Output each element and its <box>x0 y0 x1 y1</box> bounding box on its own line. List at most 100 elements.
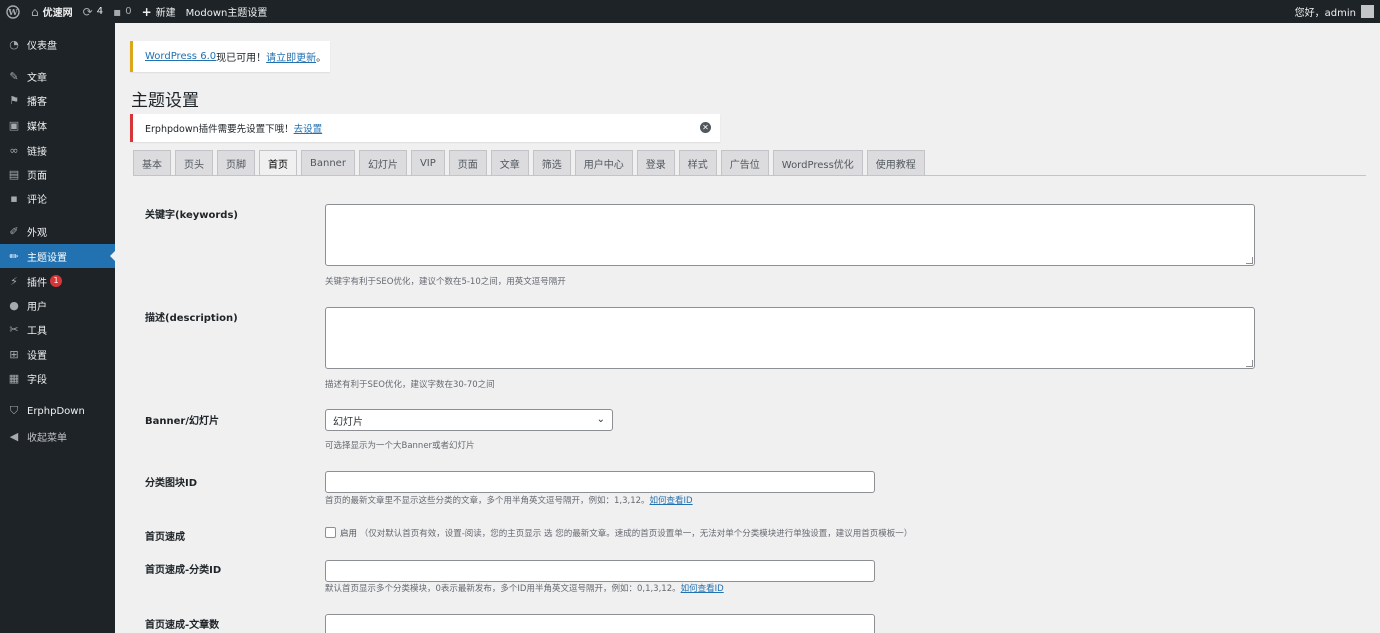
menu-label: 设置 <box>27 350 47 362</box>
tab-filter[interactable]: 筛选 <box>532 150 571 175</box>
menu-item-appearance[interactable]: ✐ 外观 <box>0 219 115 243</box>
menu-label: 链接 <box>27 146 47 158</box>
tab-style[interactable]: 样式 <box>678 150 717 175</box>
admin-menu: ◔ 仪表盘 ✎ 文章 ⚑ 播客 ▣ 媒体 ∞ 链接 ▤ 页面 ▪ 评论 ✐ 外观 ✏ 主题设置 ⚡… <box>0 23 115 633</box>
page-title: 主题设置 <box>131 91 199 111</box>
tab-tutorial[interactable]: 使用教程 <box>866 150 925 175</box>
category-block-help-text: 首页的最新文章里不显示这些分类的文章，多个用半角英文逗号隔开，例如：1,3,12… <box>325 496 650 506</box>
menu-item-settings[interactable]: ⊞ 设置 <box>0 342 115 366</box>
category-block-help: 首页的最新文章里不显示这些分类的文章，多个用半角英文逗号隔开，例如：1,3,12… <box>325 494 693 506</box>
menu-item-tools[interactable]: ✂ 工具 <box>0 317 115 341</box>
menu-label: 仪表盘 <box>27 40 57 52</box>
menu-label: 评论 <box>27 194 47 206</box>
banner-select[interactable]: 幻灯片 ⌄ <box>325 409 613 431</box>
category-block-input[interactable] <box>325 471 875 493</box>
menu-item-podcast[interactable]: ⚑ 播客 <box>0 88 115 112</box>
menu-item-fields[interactable]: ▦ 字段 <box>0 366 115 390</box>
menu-item-users[interactable]: ● 用户 <box>0 293 115 317</box>
how-to-find-id-link[interactable]: 如何查看ID <box>681 584 724 594</box>
menu-item-plugins[interactable]: ⚡ 插件 1 <box>0 269 115 293</box>
wordpress-logo-icon[interactable]: W <box>0 0 26 23</box>
keywords-label: 关键字(keywords) <box>145 210 238 221</box>
tab-post[interactable]: 文章 <box>490 150 529 175</box>
menu-label: 字段 <box>27 374 47 386</box>
dashboard-icon: ◔ <box>9 37 19 51</box>
menu-label: 工具 <box>27 325 47 337</box>
brush-icon: ✐ <box>9 224 19 238</box>
banner-label: Banner/幻灯片 <box>145 416 219 427</box>
quick-home-category-label: 首页速成-分类ID <box>145 565 222 576</box>
quick-home-post-count-label: 首页速成-文章数 <box>145 620 220 631</box>
description-help: 描述有利于SEO优化，建议字数在30-70之间 <box>325 380 495 390</box>
banner-select-value: 幻灯片 <box>333 416 363 428</box>
tab-page[interactable]: 页面 <box>448 150 487 175</box>
settings-icon: ⊞ <box>9 347 19 361</box>
update-now-link[interactable]: 请立即更新 <box>266 49 316 64</box>
tabs-divider <box>133 175 1366 176</box>
greeting: 您好，admin <box>1294 8 1356 19</box>
wordpress-version-link[interactable]: WordPress 6.0 <box>145 51 216 62</box>
menu-label: 用户 <box>27 301 47 313</box>
menu-item-pages[interactable]: ▤ 页面 <box>0 162 115 186</box>
media-icon: ▣ <box>8 118 20 132</box>
menu-item-theme-settings[interactable]: ✏ 主题设置 <box>0 244 115 268</box>
menu-item-erphpdown[interactable]: ⛉ ErphpDown <box>0 399 115 423</box>
menu-item-comments[interactable]: ▪ 评论 <box>0 186 115 210</box>
description-textarea[interactable] <box>325 307 1255 369</box>
description-label: 描述(description) <box>145 313 238 324</box>
fields-icon: ▦ <box>8 371 20 385</box>
quick-home-category-help: 默认首页显示多个分类模块，0表示最新发布，多个ID用半角英文逗号隔开，例如：0,… <box>325 582 724 594</box>
tab-basic[interactable]: 基本 <box>133 150 171 175</box>
tab-login[interactable]: 登录 <box>636 150 675 175</box>
resize-handle[interactable] <box>1246 257 1253 264</box>
update-period: 。 <box>316 53 327 64</box>
resize-handle[interactable] <box>1246 360 1253 367</box>
menu-label: 媒体 <box>27 121 47 133</box>
tab-banner[interactable]: Banner <box>301 150 355 175</box>
menu-item-dashboard[interactable]: ◔ 仪表盘 <box>0 32 115 56</box>
user-icon: ● <box>9 298 19 312</box>
update-notice: WordPress 6.0 现已可用！ 请立即更新 。 <box>130 41 330 72</box>
menu-item-media[interactable]: ▣ 媒体 <box>0 113 115 137</box>
tab-vip[interactable]: VIP <box>410 150 445 175</box>
avatar <box>1361 5 1374 18</box>
shield-icon: ⛉ <box>9 404 19 417</box>
menu-item-posts[interactable]: ✎ 文章 <box>0 64 115 88</box>
site-name-link[interactable]: ⌂ 优速网 <box>26 0 78 23</box>
tab-ads[interactable]: 广告位 <box>720 150 769 175</box>
comments-link[interactable]: ▪ 0 <box>108 0 137 23</box>
menu-label: 主题设置 <box>27 252 67 264</box>
collapse-icon: ◀ <box>9 429 19 443</box>
tab-header[interactable]: 页头 <box>175 150 213 175</box>
menu-label: 页面 <box>27 170 47 182</box>
tab-slider[interactable]: 幻灯片 <box>358 150 407 175</box>
tab-user-center[interactable]: 用户中心 <box>574 150 633 175</box>
tab-footer[interactable]: 页脚 <box>217 150 255 175</box>
theme-settings-label: Modown主题设置 <box>185 8 268 19</box>
quick-home-checkbox-label: 启用 （仅对默认首页有效，设置-阅读，您的主页显示 选 您的最新文章。速成的首页… <box>340 527 912 539</box>
menu-item-links[interactable]: ∞ 链接 <box>0 138 115 162</box>
tab-home[interactable]: 首页 <box>259 150 297 176</box>
quick-home-checkbox[interactable] <box>325 527 336 538</box>
quick-home-category-input[interactable] <box>325 560 875 582</box>
updates-link[interactable]: ⟳ 4 <box>78 0 108 23</box>
updates-count: 4 <box>96 6 104 17</box>
my-account[interactable]: 您好，admin <box>1290 0 1380 23</box>
how-to-find-id-link[interactable]: 如何查看ID <box>650 496 693 506</box>
flag-icon: ⚑ <box>9 93 19 107</box>
menu-item-collapse[interactable]: ◀ 收起菜单 <box>0 424 115 448</box>
settings-tabs: 基本 页头 页脚 首页 Banner 幻灯片 VIP 页面 文章 筛选 用户中心… <box>133 150 929 176</box>
erphpdown-settings-link[interactable]: 去设置 <box>294 121 323 135</box>
update-text: 现已可用！ <box>216 53 267 64</box>
tab-wordpress-optimize[interactable]: WordPress优化 <box>772 150 863 175</box>
quick-home-post-count-input[interactable] <box>325 614 875 633</box>
category-block-label: 分类图块ID <box>145 478 198 489</box>
pin-icon: ✎ <box>9 69 19 83</box>
link-icon: ∞ <box>9 143 19 157</box>
new-content-link[interactable]: + 新建 <box>137 0 181 23</box>
dismiss-icon[interactable]: ✕ <box>700 122 711 133</box>
keywords-textarea[interactable] <box>325 204 1255 266</box>
chevron-down-icon: ⌄ <box>596 414 605 425</box>
pen-icon: ✏ <box>9 249 19 263</box>
theme-settings-link[interactable]: Modown主题设置 <box>181 0 273 23</box>
